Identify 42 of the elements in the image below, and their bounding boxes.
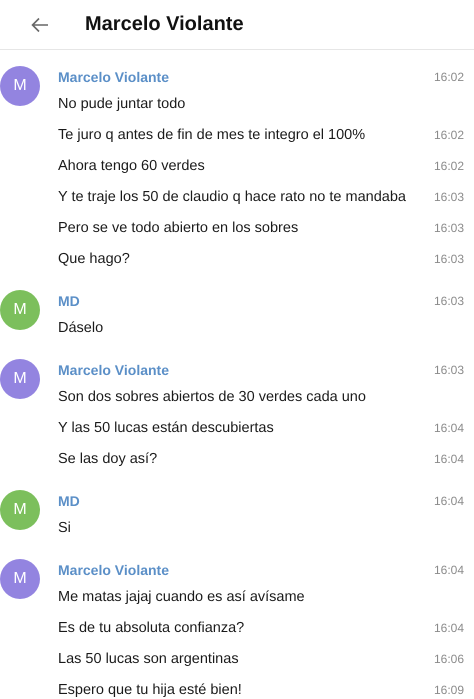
message-time: 16:03 xyxy=(434,220,464,234)
message-text: Es de tu absoluta confianza? xyxy=(58,620,244,636)
avatar: M xyxy=(0,559,40,599)
sender-name: MD xyxy=(58,493,80,509)
sender-name: Marcelo Violante xyxy=(58,69,170,85)
message-text: Ahora tengo 60 verdes xyxy=(58,158,205,174)
message-text: Espero que tu hija esté bien! xyxy=(58,682,242,698)
message-text: Que hago? xyxy=(58,250,130,266)
avatar: M xyxy=(0,290,40,330)
avatar: M xyxy=(0,490,40,530)
message-time: 16:03 xyxy=(434,294,464,308)
message-time: 16:04 xyxy=(434,420,464,434)
message-time: 16:03 xyxy=(434,363,464,377)
message-text: No pude juntar todo xyxy=(58,96,186,112)
message-text: Dáselo xyxy=(58,320,104,336)
message-time: 16:06 xyxy=(434,652,464,666)
message-text: Pero se ve todo abierto en los sobres xyxy=(58,220,298,236)
message-time: 16:02 xyxy=(434,158,464,172)
message-time: 16:09 xyxy=(434,682,464,696)
message-text: Y las 50 lucas están descubiertas xyxy=(58,420,274,436)
sender-name: Marcelo Violante xyxy=(58,362,170,378)
message-text: Y te traje los 50 de claudio q hace rato no te mandaba xyxy=(58,188,406,204)
chat-title: Marcelo Violante xyxy=(85,13,244,36)
message-time: 16:03 xyxy=(434,190,464,204)
message-text: Si xyxy=(58,520,71,536)
message-time: 16:03 xyxy=(434,252,464,266)
back-arrow-icon[interactable] xyxy=(31,16,49,32)
avatar: M xyxy=(0,359,40,399)
message-time: 16:04 xyxy=(434,620,464,634)
message-time: 16:04 xyxy=(434,563,464,577)
message-text: Se las doy así? xyxy=(58,450,158,466)
message-time: 16:02 xyxy=(434,70,464,84)
message-text: Te juro q antes de fin de mes te integro el 100% xyxy=(58,126,366,142)
sender-name: MD xyxy=(58,293,80,309)
message-text: Me matas jajaj cuando es así avísame xyxy=(58,588,305,604)
message-time: 16:02 xyxy=(434,128,464,142)
message-text: Son dos sobres abiertos de 30 verdes cada uno xyxy=(58,388,366,404)
message-time: 16:04 xyxy=(434,494,464,508)
avatar: M xyxy=(0,66,40,106)
message-text: Las 50 lucas son argentinas xyxy=(58,650,239,666)
sender-name: Marcelo Violante xyxy=(58,562,170,578)
message-time: 16:04 xyxy=(434,452,464,466)
